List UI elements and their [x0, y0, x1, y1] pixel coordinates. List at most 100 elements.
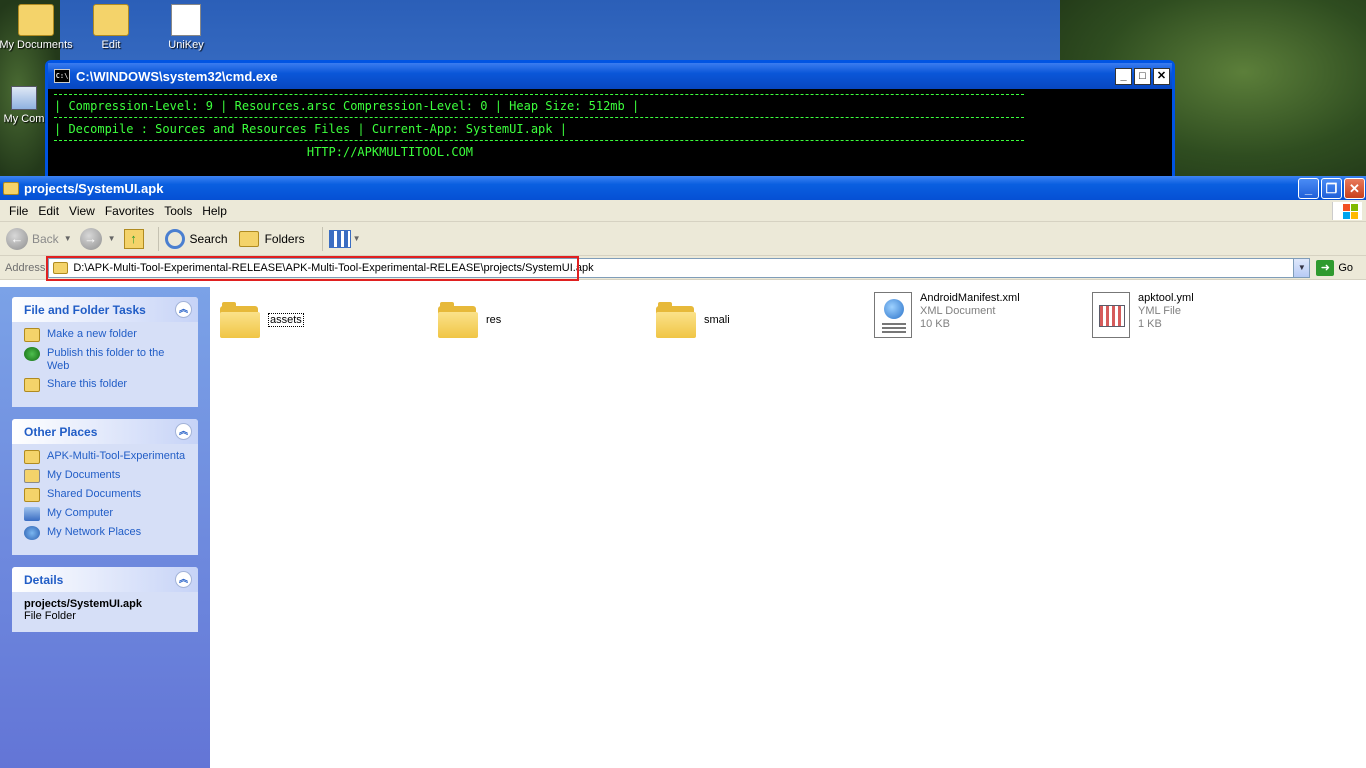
- unikey-icon: [171, 4, 201, 36]
- place-apk-multi-tool[interactable]: APK-Multi-Tool-Experimenta: [24, 450, 188, 464]
- go-button[interactable]: ➜ Go: [1316, 259, 1353, 276]
- panel-header[interactable]: Details ︽: [12, 567, 198, 592]
- console-line: HTTP://APKMULTITOOL.COM: [54, 145, 474, 159]
- place-shared-documents[interactable]: Shared Documents: [24, 488, 188, 502]
- my-documents-icon: [24, 469, 40, 483]
- go-arrow-icon: ➜: [1316, 259, 1335, 276]
- folders-button[interactable]: Folders: [238, 225, 308, 253]
- console-divider: [54, 117, 1024, 118]
- close-button[interactable]: ✕: [1344, 177, 1365, 199]
- file-item-folder[interactable]: assets: [220, 297, 304, 342]
- cmd-title-bar[interactable]: C:\ C:\WINDOWS\system32\cmd.exe _ □ ✕: [48, 63, 1172, 89]
- collapse-chevron-icon[interactable]: ︽: [175, 571, 192, 588]
- console-line: | Compression-Level: 9 | Resources.arsc …: [54, 99, 640, 113]
- address-label: Address: [5, 261, 46, 274]
- menu-tools[interactable]: Tools: [159, 204, 197, 218]
- shared-documents-icon: [24, 488, 40, 502]
- yml-file-icon: [1092, 292, 1130, 338]
- cmd-console[interactable]: | Compression-Level: 9 | Resources.arsc …: [48, 89, 1172, 178]
- file-list: assets res smali AndroidManifest.xml XML…: [210, 287, 1366, 768]
- up-folder-button[interactable]: ↑: [123, 225, 144, 253]
- place-my-documents[interactable]: My Documents: [24, 469, 188, 483]
- panel-other-places: Other Places ︽ APK-Multi-Tool-Experiment…: [12, 419, 198, 555]
- new-folder-icon: [24, 328, 40, 342]
- back-arrow-icon: ←: [6, 227, 28, 250]
- desktop-icon-edit[interactable]: Edit: [73, 4, 149, 51]
- file-size: 10 KB: [920, 318, 950, 330]
- xml-document-icon: [874, 292, 912, 338]
- file-type: XML Document: [920, 305, 996, 317]
- forward-arrow-icon: →: [79, 227, 102, 250]
- file-type: YML File: [1138, 305, 1181, 317]
- chevron-down-icon: ▼: [63, 234, 72, 243]
- chevron-down-icon: ▼: [107, 234, 116, 243]
- folders-icon: [238, 230, 259, 247]
- network-places-icon: [24, 526, 40, 540]
- up-arrow-icon: ↑: [123, 228, 144, 249]
- minimize-button[interactable]: _: [1298, 177, 1319, 199]
- task-make-new-folder[interactable]: Make a new folder: [24, 328, 188, 342]
- folder-icon: [220, 301, 260, 338]
- file-name: apktool.yml: [1138, 292, 1194, 304]
- panel-file-folder-tasks: File and Folder Tasks ︽ Make a new folde…: [12, 297, 198, 407]
- search-button[interactable]: Search: [164, 225, 231, 253]
- panel-header[interactable]: File and Folder Tasks ︽: [12, 297, 198, 322]
- menu-favorites[interactable]: Favorites: [100, 204, 159, 218]
- toolbar-separator: [321, 226, 323, 251]
- desktop-icon-unikey[interactable]: UniKey: [148, 4, 224, 51]
- restore-button[interactable]: ❐: [1321, 177, 1342, 199]
- address-value: D:\APK-Multi-Tool-Experimental-RELEASE\A…: [73, 261, 594, 274]
- task-share-folder[interactable]: Share this folder: [24, 378, 188, 392]
- back-button[interactable]: ← Back ▼: [6, 225, 72, 253]
- collapse-chevron-icon[interactable]: ︽: [175, 301, 192, 318]
- task-pane: File and Folder Tasks ︽ Make a new folde…: [0, 287, 210, 768]
- window-title: projects/SystemUI.apk: [24, 180, 164, 196]
- close-button[interactable]: ✕: [1153, 67, 1170, 85]
- folder-icon: [438, 301, 478, 338]
- windows-logo-icon: [1332, 202, 1362, 220]
- explorer-content: File and Folder Tasks ︽ Make a new folde…: [0, 287, 1366, 768]
- console-line: | Decompile : Sources and Resources File…: [54, 122, 567, 136]
- cmd-app-icon: C:\: [54, 69, 70, 83]
- my-computer-icon: [24, 507, 40, 521]
- address-input[interactable]: D:\APK-Multi-Tool-Experimental-RELEASE\A…: [46, 255, 1311, 281]
- minimize-button[interactable]: _: [1115, 67, 1132, 85]
- file-item-yml[interactable]: apktool.yml YML File 1 KB: [1092, 292, 1194, 338]
- file-name: AndroidManifest.xml: [920, 292, 1020, 304]
- details-name: projects/SystemUI.apk: [24, 598, 142, 610]
- menu-view[interactable]: View: [64, 204, 100, 218]
- menu-edit[interactable]: Edit: [33, 204, 64, 218]
- task-publish-web[interactable]: Publish this folder to the Web: [24, 347, 188, 373]
- collapse-chevron-icon[interactable]: ︽: [175, 423, 192, 440]
- explorer-window[interactable]: projects/SystemUI.apk _ ❐ ✕ File Edit Vi…: [0, 176, 1366, 768]
- views-button[interactable]: ▼: [328, 225, 361, 253]
- desktop-icon-my-documents[interactable]: My Documents: [0, 4, 74, 51]
- forward-button[interactable]: → ▼: [79, 225, 116, 253]
- menu-bar: File Edit View Favorites Tools Help: [0, 200, 1366, 222]
- folder-icon: [656, 301, 696, 338]
- file-size: 1 KB: [1138, 318, 1162, 330]
- details-type: File Folder: [24, 610, 76, 622]
- place-my-computer[interactable]: My Computer: [24, 507, 188, 521]
- chevron-down-icon: ▼: [352, 234, 361, 243]
- console-divider: [54, 94, 1024, 95]
- menu-help[interactable]: Help: [197, 204, 232, 218]
- cmd-window[interactable]: C:\ C:\WINDOWS\system32\cmd.exe _ □ ✕ | …: [45, 60, 1175, 180]
- folder-icon: [24, 450, 40, 464]
- place-my-network-places[interactable]: My Network Places: [24, 526, 188, 540]
- explorer-title-bar[interactable]: projects/SystemUI.apk _ ❐ ✕: [0, 176, 1366, 200]
- toolbar-separator: [157, 226, 159, 251]
- folder-icon: [53, 261, 69, 274]
- my-documents-icon: [18, 4, 54, 36]
- menu-file[interactable]: File: [4, 204, 33, 218]
- file-item-xml[interactable]: AndroidManifest.xml XML Document 10 KB: [874, 292, 1020, 338]
- address-bar: Address D:\APK-Multi-Tool-Experimental-R…: [0, 255, 1366, 281]
- toolbar: ← Back ▼ → ▼ ↑ Search Folders ▼: [0, 222, 1366, 256]
- publish-web-icon: [24, 347, 40, 361]
- address-dropdown-button[interactable]: ▼: [1293, 258, 1310, 277]
- file-item-folder[interactable]: smali: [656, 297, 730, 342]
- console-divider: [54, 140, 1024, 141]
- file-item-folder[interactable]: res: [438, 297, 501, 342]
- panel-header[interactable]: Other Places ︽: [12, 419, 198, 444]
- maximize-button[interactable]: □: [1134, 67, 1151, 85]
